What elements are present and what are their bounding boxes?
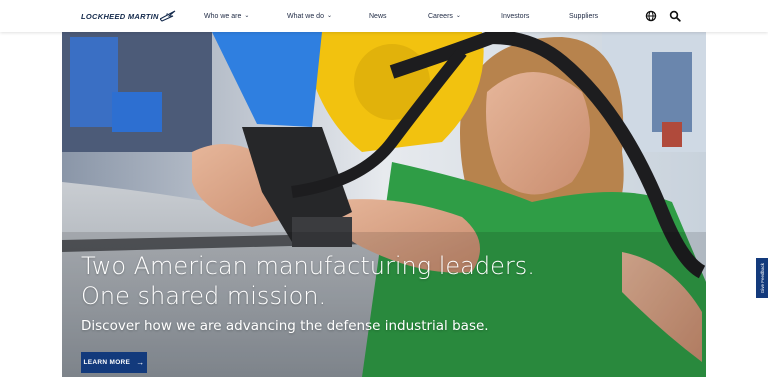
lockheed-martin-logo[interactable]: LOCKHEED MARTIN	[81, 9, 176, 23]
logo-star-icon	[159, 10, 176, 22]
hero-headline: Two American manufacturing leaders. One …	[81, 251, 535, 311]
learn-more-button[interactable]: LEARN MORE →	[81, 352, 147, 373]
hero-headline-line1: Two American manufacturing leaders.	[81, 252, 535, 280]
globe-icon[interactable]	[645, 10, 657, 22]
nav-label: Who we are	[204, 12, 242, 20]
nav-label: What we do	[287, 12, 324, 20]
nav-label: Investors	[501, 12, 530, 20]
chevron-down-icon: ⌄	[244, 12, 250, 19]
hero-headline-line2: One shared mission.	[81, 282, 327, 310]
top-navigation-bar: LOCKHEED MARTIN Who we are ⌄ What we do …	[0, 0, 768, 32]
nav-careers[interactable]: Careers ⌄	[428, 0, 461, 32]
nav-investors[interactable]: Investors	[501, 0, 529, 32]
nav-label: Careers	[428, 12, 453, 20]
chevron-down-icon: ⌄	[326, 12, 332, 19]
give-feedback-label: Give Feedback	[759, 262, 765, 294]
nav-label: News	[369, 12, 387, 20]
nav-who-we-are[interactable]: Who we are ⌄	[204, 0, 249, 32]
search-icon[interactable]	[669, 10, 681, 22]
nav-what-we-do[interactable]: What we do ⌄	[287, 0, 332, 32]
nav-suppliers[interactable]: Suppliers	[569, 0, 598, 32]
learn-more-label: LEARN MORE	[83, 359, 131, 366]
hero-subheadline: Discover how we are advancing the defens…	[81, 318, 489, 334]
logo-wordmark: LOCKHEED MARTIN	[81, 11, 159, 21]
arrow-right-icon: →	[136, 358, 145, 367]
nav-news[interactable]: News	[369, 0, 387, 32]
nav-label: Suppliers	[569, 12, 599, 20]
chevron-down-icon: ⌄	[455, 12, 461, 19]
give-feedback-tab[interactable]: Give Feedback	[756, 258, 768, 298]
